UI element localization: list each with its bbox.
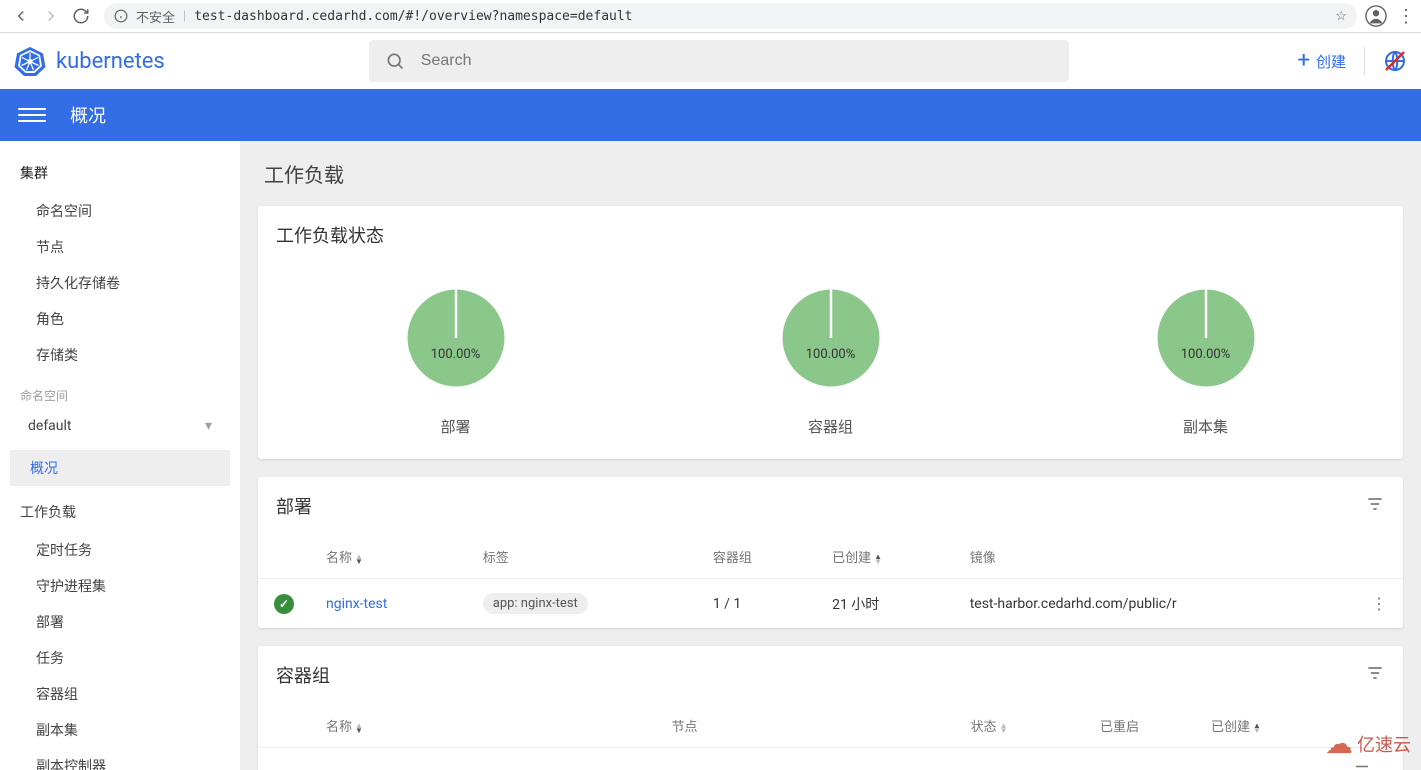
row-menu-icon[interactable]: ⋮ [1371, 594, 1387, 613]
app-logo[interactable]: kubernetes [14, 45, 165, 77]
pods-card: 容器组 名称▲▼ 节点 状态▲▼ 已重启 已创建▲▼ ✓ [258, 646, 1403, 770]
pods-title: 容器组 [276, 662, 330, 688]
plus-icon: + [1298, 50, 1310, 72]
label-chip: app: nginx-test [483, 593, 588, 614]
back-button[interactable] [6, 1, 36, 31]
sidebar-item-namespaces[interactable]: 命名空间 [0, 193, 240, 229]
page-title: 工作负载 [264, 159, 1403, 188]
address-bar[interactable]: 不安全 | test-dashboard.cedarhd.com/#!/over… [104, 3, 1357, 29]
sidebar-item-replicasets[interactable]: 副本集 [0, 712, 240, 748]
donut-pods: 100.00% 容器组 [767, 274, 895, 437]
sidebar-item-daemonsets[interactable]: 守护进程集 [0, 568, 240, 604]
table-row[interactable]: ✓ nginx-test-5674474869-c4mzx test-nodes… [258, 748, 1403, 770]
sidebar-item-pods[interactable]: 容器组 [0, 676, 240, 712]
profile-icon[interactable] [1365, 5, 1387, 27]
deployment-link[interactable]: nginx-test [326, 596, 387, 612]
sidebar-section-cluster[interactable]: 集群 [0, 153, 240, 193]
deployments-title: 部署 [276, 493, 312, 519]
search-box[interactable] [369, 40, 1069, 82]
divider [1364, 47, 1365, 75]
app-header: kubernetes + 创建 [0, 33, 1421, 89]
browser-menu-icon[interactable]: ⋮ [1397, 6, 1415, 27]
donut-deployments: 100.00% 部署 [392, 274, 520, 437]
main-content: 工作负载 工作负载状态 100.00% 部署 100.00% 容器组 [240, 141, 1421, 770]
disabled-globe-icon[interactable] [1383, 49, 1407, 73]
page-toolbar: 概况 [0, 89, 1421, 141]
sidebar-item-cronjobs[interactable]: 定时任务 [0, 532, 240, 568]
cloud-icon: ☁ [1325, 727, 1353, 760]
create-button[interactable]: + 创建 [1298, 50, 1347, 72]
forward-button[interactable] [36, 1, 66, 31]
sidebar-item-roles[interactable]: 角色 [0, 301, 240, 337]
check-icon: ✓ [274, 594, 294, 614]
chevron-down-icon: ▾ [205, 418, 212, 434]
sidebar-item-rc[interactable]: 副本控制器 [0, 748, 240, 770]
filter-icon[interactable] [1365, 663, 1385, 688]
sidebar-item-jobs[interactable]: 任务 [0, 640, 240, 676]
logs-icon[interactable] [1353, 765, 1371, 770]
reload-button[interactable] [66, 1, 96, 31]
namespace-select[interactable]: default ▾ [20, 412, 220, 440]
search-input[interactable] [421, 52, 1053, 70]
sidebar: 集群 命名空间 节点 持久化存储卷 角色 存储类 命名空间 default ▾ … [0, 141, 240, 770]
insecure-label: 不安全 [136, 7, 175, 26]
search-icon [385, 51, 405, 71]
namespace-label: 命名空间 [0, 373, 240, 408]
sidebar-item-storageclass[interactable]: 存储类 [0, 337, 240, 373]
status-card-title: 工作负载状态 [276, 222, 384, 248]
sidebar-item-overview[interactable]: 概况 [10, 450, 230, 486]
brand-text: kubernetes [56, 49, 165, 74]
sidebar-item-pv[interactable]: 持久化存储卷 [0, 265, 240, 301]
sidebar-item-nodes[interactable]: 节点 [0, 229, 240, 265]
table-header-row: 名称▲▼ 节点 状态▲▼ 已重启 已创建▲▼ [258, 704, 1403, 748]
star-icon[interactable]: ☆ [1335, 9, 1347, 24]
sidebar-section-workloads[interactable]: 工作负载 [0, 492, 240, 532]
table-row[interactable]: ✓ nginx-test app: nginx-test 1 / 1 21 小时… [258, 579, 1403, 629]
menu-icon[interactable] [18, 101, 46, 129]
toolbar-title: 概况 [70, 102, 106, 128]
browser-toolbar: 不安全 | test-dashboard.cedarhd.com/#!/over… [0, 0, 1421, 33]
filter-icon[interactable] [1365, 494, 1385, 519]
sidebar-item-deployments[interactable]: 部署 [0, 604, 240, 640]
url-text: test-dashboard.cedarhd.com/#!/overview?n… [194, 9, 632, 24]
info-icon [114, 9, 128, 23]
table-header-row: 名称▲▼ 标签 容器组 已创建▲▼ 镜像 [258, 535, 1403, 579]
status-card: 工作负载状态 100.00% 部署 100.00% 容器组 [258, 206, 1403, 459]
kubernetes-icon [14, 45, 46, 77]
deployments-card: 部署 名称▲▼ 标签 容器组 已创建▲▼ 镜像 ✓ [258, 477, 1403, 628]
donut-replicasets: 100.00% 副本集 [1142, 274, 1270, 437]
watermark: ☁ 亿速云 [1325, 727, 1411, 760]
